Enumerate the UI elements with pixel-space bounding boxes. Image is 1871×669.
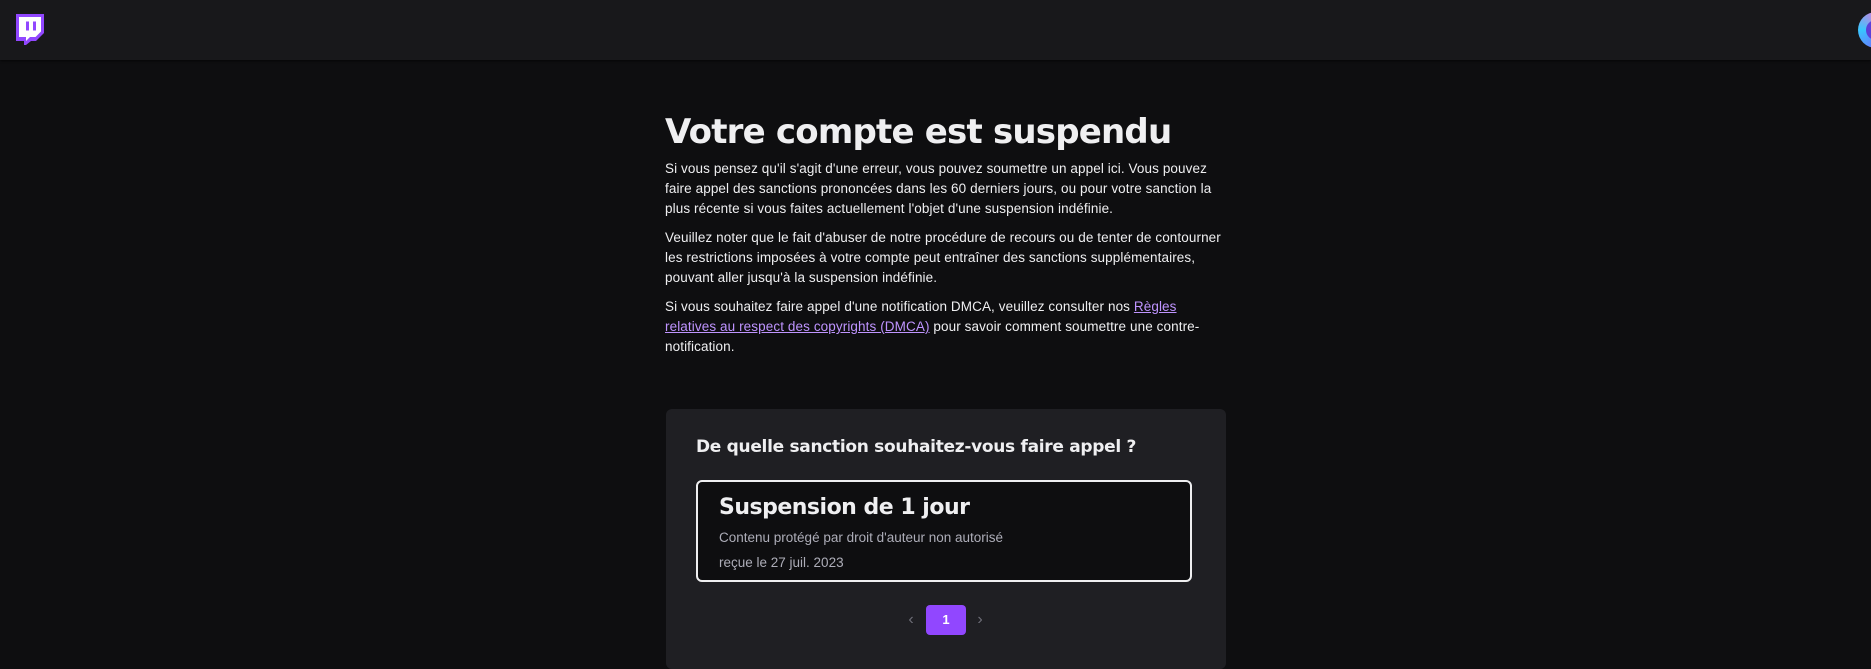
appeal-info-text: Si vous pensez qu'il s'agit d'une erreur…	[665, 161, 1212, 216]
chevron-left-icon[interactable]: ‹	[904, 611, 918, 629]
appeal-selection-card: De quelle sanction souhaitez-vous faire …	[666, 409, 1226, 669]
sanction-title: Suspension de 1 jour	[719, 495, 970, 520]
sanction-option[interactable]: Suspension de 1 jour Contenu protégé par…	[696, 480, 1192, 582]
sanction-reason: Contenu protégé par droit d'auteur non a…	[719, 530, 1004, 545]
appeal-question: De quelle sanction souhaitez-vous faire …	[696, 437, 1137, 457]
page-title: Votre compte est suspendu	[665, 112, 1172, 152]
top-nav-bar	[0, 0, 1871, 60]
page-button-current[interactable]: 1	[926, 605, 966, 635]
dmca-text-before: Si vous souhaitez faire appel d'une noti…	[665, 299, 1134, 314]
suspension-notice: Votre compte est suspendu Si vous pensez…	[665, 110, 1227, 357]
user-avatar-icon[interactable]	[1858, 12, 1871, 48]
pagination: ‹ 1 ›	[666, 605, 1226, 635]
dmca-info-text: Si vous souhaitez faire appel d'une noti…	[665, 297, 1227, 357]
sanction-date: reçue le 27 juil. 2023	[719, 555, 844, 570]
abuse-warning-text: Veuillez noter que le fait d'abuser de n…	[665, 230, 1221, 285]
chevron-right-icon[interactable]: ›	[973, 611, 987, 629]
twitch-logo-icon[interactable]	[14, 12, 46, 46]
